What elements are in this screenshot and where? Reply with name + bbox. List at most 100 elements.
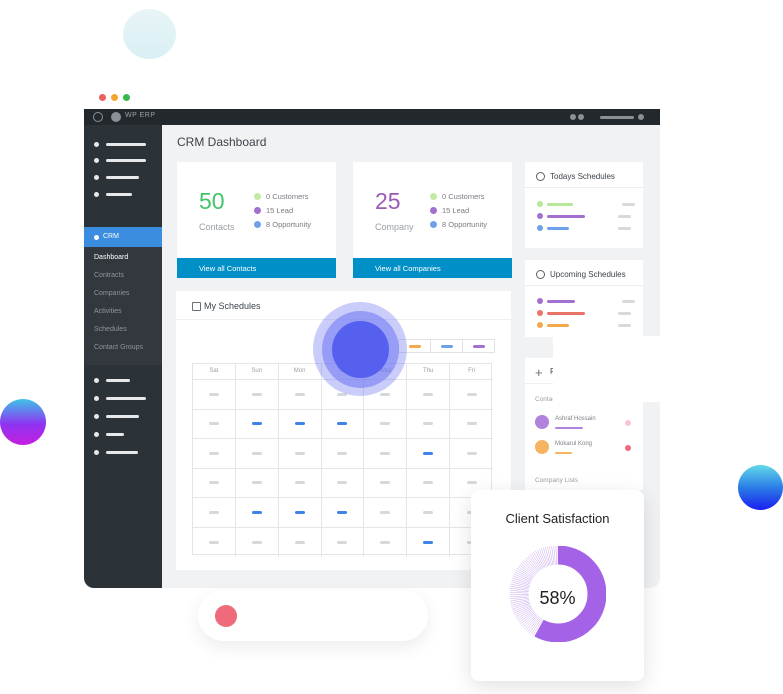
sidebar-item[interactable]	[106, 397, 146, 400]
calendar-cell[interactable]	[193, 498, 236, 528]
event-marker[interactable]	[208, 510, 219, 514]
calendar-cell[interactable]	[364, 498, 408, 528]
event-marker[interactable]	[208, 540, 219, 544]
brand-label[interactable]: WP ERP	[125, 112, 156, 119]
sidebar-item[interactable]	[106, 433, 124, 436]
calendar-cell[interactable]	[235, 380, 279, 410]
calendar-cell[interactable]	[235, 468, 279, 498]
event-marker[interactable]	[294, 392, 305, 396]
event-marker[interactable]	[208, 392, 219, 396]
submenu-contracts[interactable]: Contracts	[94, 272, 124, 279]
sidebar-item[interactable]	[106, 415, 139, 418]
calendar-cell[interactable]	[193, 439, 236, 469]
event-marker[interactable]	[466, 481, 477, 485]
schedule-row[interactable]	[547, 227, 569, 230]
schedule-row[interactable]	[547, 215, 585, 218]
calendar-cell[interactable]	[321, 409, 365, 439]
event-marker[interactable]	[208, 481, 219, 485]
window-minimize-dot[interactable]	[111, 94, 118, 101]
event-marker[interactable]	[208, 451, 219, 455]
submenu-companies[interactable]: Companies	[94, 290, 129, 297]
calendar-cell[interactable]	[278, 380, 322, 410]
remove-icon[interactable]	[625, 420, 631, 426]
event-marker[interactable]	[294, 540, 305, 544]
erp-icon[interactable]	[111, 112, 121, 122]
contact-name[interactable]: Mokarul Kong	[555, 441, 592, 447]
event-marker[interactable]	[466, 451, 477, 455]
calendar-cell[interactable]	[364, 409, 408, 439]
calendar-cell[interactable]	[450, 380, 493, 410]
calendar-cell[interactable]	[322, 527, 365, 557]
event-marker[interactable]	[380, 540, 391, 544]
sidebar-item[interactable]	[106, 176, 139, 179]
calendar-cell[interactable]	[407, 498, 451, 528]
event-marker[interactable]	[337, 451, 348, 455]
event-marker[interactable]	[423, 510, 434, 514]
event-marker[interactable]	[251, 540, 262, 544]
wordpress-icon[interactable]	[93, 112, 103, 122]
comment-icon[interactable]	[578, 114, 584, 120]
schedule-row[interactable]	[547, 324, 569, 327]
filter-blue[interactable]	[431, 340, 463, 352]
event-marker[interactable]	[208, 422, 219, 426]
calendar-cell[interactable]	[407, 409, 451, 439]
calendar-cell[interactable]	[407, 380, 451, 410]
event-marker[interactable]	[380, 481, 391, 485]
event-marker[interactable]	[423, 540, 434, 544]
calendar-cell[interactable]	[364, 468, 408, 498]
calendar-cell[interactable]	[278, 439, 322, 469]
event-marker[interactable]	[337, 540, 348, 544]
calendar-cell[interactable]	[407, 527, 451, 557]
calendar-cell[interactable]	[193, 468, 236, 498]
event-marker[interactable]	[294, 510, 305, 514]
submenu-contact-groups[interactable]: Contact Groups	[94, 344, 143, 351]
sidebar-item[interactable]	[106, 159, 146, 162]
calendar-cell[interactable]	[278, 498, 322, 528]
event-marker[interactable]	[251, 481, 262, 485]
calendar-cell[interactable]	[407, 439, 451, 469]
sidebar-item[interactable]	[106, 451, 138, 454]
event-marker[interactable]	[380, 510, 391, 514]
calendar-cell[interactable]	[279, 527, 322, 557]
calendar-cell[interactable]	[193, 527, 236, 557]
avatar[interactable]	[638, 114, 644, 120]
sidebar-item[interactable]	[106, 379, 130, 382]
record-button[interactable]	[215, 605, 237, 627]
event-marker[interactable]	[380, 422, 391, 426]
sidebar-item-crm[interactable]: CRM	[84, 227, 162, 247]
event-marker[interactable]	[423, 481, 434, 485]
event-marker[interactable]	[294, 451, 305, 455]
filter-purple[interactable]	[463, 340, 495, 352]
sidebar-item[interactable]	[106, 193, 132, 196]
schedule-row[interactable]	[547, 312, 585, 315]
submenu-schedules[interactable]: Schedules	[94, 326, 127, 333]
calendar-cell[interactable]	[450, 410, 493, 439]
event-marker[interactable]	[466, 422, 477, 426]
calendar-cell[interactable]	[321, 498, 365, 528]
user-menu[interactable]	[600, 116, 634, 119]
contact-name[interactable]: Ashraf Hossain	[555, 416, 596, 422]
event-marker[interactable]	[337, 510, 348, 514]
calendar-cell[interactable]	[235, 409, 279, 439]
window-close-dot[interactable]	[99, 94, 106, 101]
view-all-companies-button[interactable]: View all Companies	[353, 258, 512, 278]
sidebar-item[interactable]	[106, 143, 146, 146]
event-marker[interactable]	[251, 392, 262, 396]
event-marker[interactable]	[294, 481, 305, 485]
calendar-cell[interactable]	[278, 468, 322, 498]
calendar-cell[interactable]	[321, 439, 365, 469]
calendar-cell[interactable]	[193, 409, 236, 439]
remove-icon[interactable]	[625, 445, 631, 451]
schedule-row[interactable]	[547, 300, 575, 303]
event-marker[interactable]	[251, 451, 262, 455]
calendar-cell[interactable]	[278, 409, 322, 439]
notification-icon[interactable]	[570, 114, 576, 120]
submenu-dashboard[interactable]: Dashboard	[94, 254, 128, 261]
event-marker[interactable]	[337, 481, 348, 485]
calendar-cell[interactable]	[450, 439, 493, 469]
calendar-cell[interactable]	[235, 439, 279, 469]
event-marker[interactable]	[251, 422, 262, 426]
event-marker[interactable]	[423, 392, 434, 396]
event-marker[interactable]	[380, 451, 391, 455]
submenu-activities[interactable]: Activities	[94, 308, 122, 315]
